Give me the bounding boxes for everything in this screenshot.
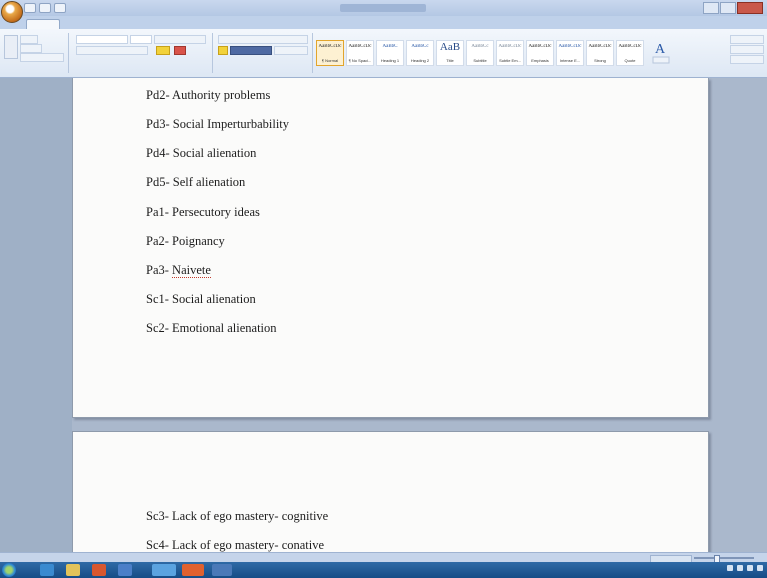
select-icon[interactable] [730,55,764,64]
alignment-tools[interactable] [230,46,272,55]
border-tools[interactable] [274,46,308,55]
find-icon[interactable] [730,35,764,44]
tab-view[interactable] [238,19,268,29]
editing-group [726,33,766,73]
tray-icon[interactable] [727,565,733,571]
list-tools[interactable] [218,35,308,44]
title-bar [0,0,767,17]
ribbon-tabs [0,16,767,30]
change-styles-icon[interactable]: A [650,37,672,67]
style-strong[interactable]: AaBbCcDc Strong [586,40,614,66]
window-title [340,4,426,12]
style-no-spacing[interactable]: AaBbCcDc ¶ No Spaci... [346,40,374,66]
styles-group: AaBbCcDc ¶ Normal AaBbCcDc ¶ No Spaci... A… [314,33,706,73]
paste-icon[interactable] [4,35,18,59]
document-line[interactable]: Sc4- Lack of ego mastery- conative [146,538,324,553]
ie-taskbar-icon[interactable] [40,564,54,576]
shading-icon[interactable] [218,46,228,55]
redo-icon[interactable] [54,3,66,13]
paragraph-group [214,33,313,73]
font-group [70,33,213,73]
style-normal[interactable]: AaBbCcDc ¶ Normal [316,40,344,66]
document-line[interactable]: Pd2- Authority problems [146,88,270,103]
explorer-taskbar-icon[interactable] [66,564,80,576]
maximize-icon[interactable] [720,2,736,14]
document-line[interactable]: Sc3- Lack of ego mastery- cognitive [146,509,328,524]
document-line[interactable]: Pd5- Self alienation [146,175,245,190]
undo-icon[interactable] [39,3,51,13]
start-icon[interactable] [2,563,16,577]
document-line[interactable]: Sc1- Social alienation [146,292,256,307]
office-button-icon[interactable] [1,1,23,23]
word-taskbar-icon[interactable] [152,564,176,576]
media-taskbar-icon[interactable] [92,564,106,576]
style-title[interactable]: AaB Title [436,40,464,66]
font-name-select[interactable] [76,35,128,44]
document-area[interactable]: Pd2- Authority problems Pd3- Social Impe… [0,78,767,553]
tab-page-layout[interactable] [86,19,132,29]
tab-mailings[interactable] [172,19,212,29]
copy-icon[interactable] [20,44,42,53]
document-line[interactable]: Pa2- Poignancy [146,234,225,249]
highlight-icon[interactable] [156,46,170,55]
document-page-1[interactable]: Pd2- Authority problems Pd3- Social Impe… [72,78,709,418]
document-line[interactable]: Pa1- Persecutory ideas [146,205,260,220]
taskbar [0,562,767,578]
style-subtle-emphasis[interactable]: AaBbCcDc Subtle Em... [496,40,524,66]
network-icon[interactable] [747,565,753,571]
app2-taskbar-icon[interactable] [212,564,232,576]
tab-references[interactable] [130,19,176,29]
ribbon: AaBbCcDc ¶ Normal AaBbCcDc ¶ No Spaci... A… [0,29,767,78]
minimize-icon[interactable] [703,2,719,14]
document-line[interactable]: Pd4- Social alienation [146,146,256,161]
style-quote[interactable]: AaBbCcDc Quote [616,40,644,66]
naivete-text[interactable]: Pa3- Naivete [146,263,211,278]
replace-icon[interactable] [730,45,764,54]
cut-icon[interactable] [20,35,38,44]
style-intense-emphasis[interactable]: AaBbCcDc Intense E... [556,40,584,66]
document-page-2[interactable]: Sc3- Lack of ego mastery- cognitive Sc4-… [72,431,709,553]
window-controls [703,2,763,14]
quick-access-toolbar [24,3,66,13]
powerpoint-taskbar-icon[interactable] [182,564,204,576]
style-subtitle[interactable]: AaBbCc Subtitle [466,40,494,66]
document-line-naivete[interactable]: Pa3- Naivete [146,263,211,278]
svg-text:A: A [655,42,666,57]
tray-icon[interactable] [737,565,743,571]
left-gutter [0,78,72,552]
font-style-tools[interactable] [76,46,148,55]
zoom-slider[interactable] [694,557,754,559]
tab-review[interactable] [208,19,242,29]
document-line[interactable]: Pd3- Social Imperturbability [146,117,289,132]
save-icon[interactable] [24,3,36,13]
close-icon[interactable] [737,2,763,14]
app-taskbar-icon[interactable] [118,564,132,576]
clipboard-group [2,33,69,73]
style-heading-1[interactable]: AaBbC Heading 1 [376,40,404,66]
font-size-select[interactable] [130,35,152,44]
font-color-icon[interactable] [174,46,186,55]
font-size-tools[interactable] [154,35,206,44]
volume-icon[interactable] [757,565,763,571]
style-heading-2[interactable]: AaBbCc Heading 2 [406,40,434,66]
style-emphasis[interactable]: AaBbCcDc Emphasis [526,40,554,66]
format-painter-icon[interactable] [20,53,64,62]
system-tray [727,565,763,571]
document-line[interactable]: Sc2- Emotional alienation [146,321,277,336]
